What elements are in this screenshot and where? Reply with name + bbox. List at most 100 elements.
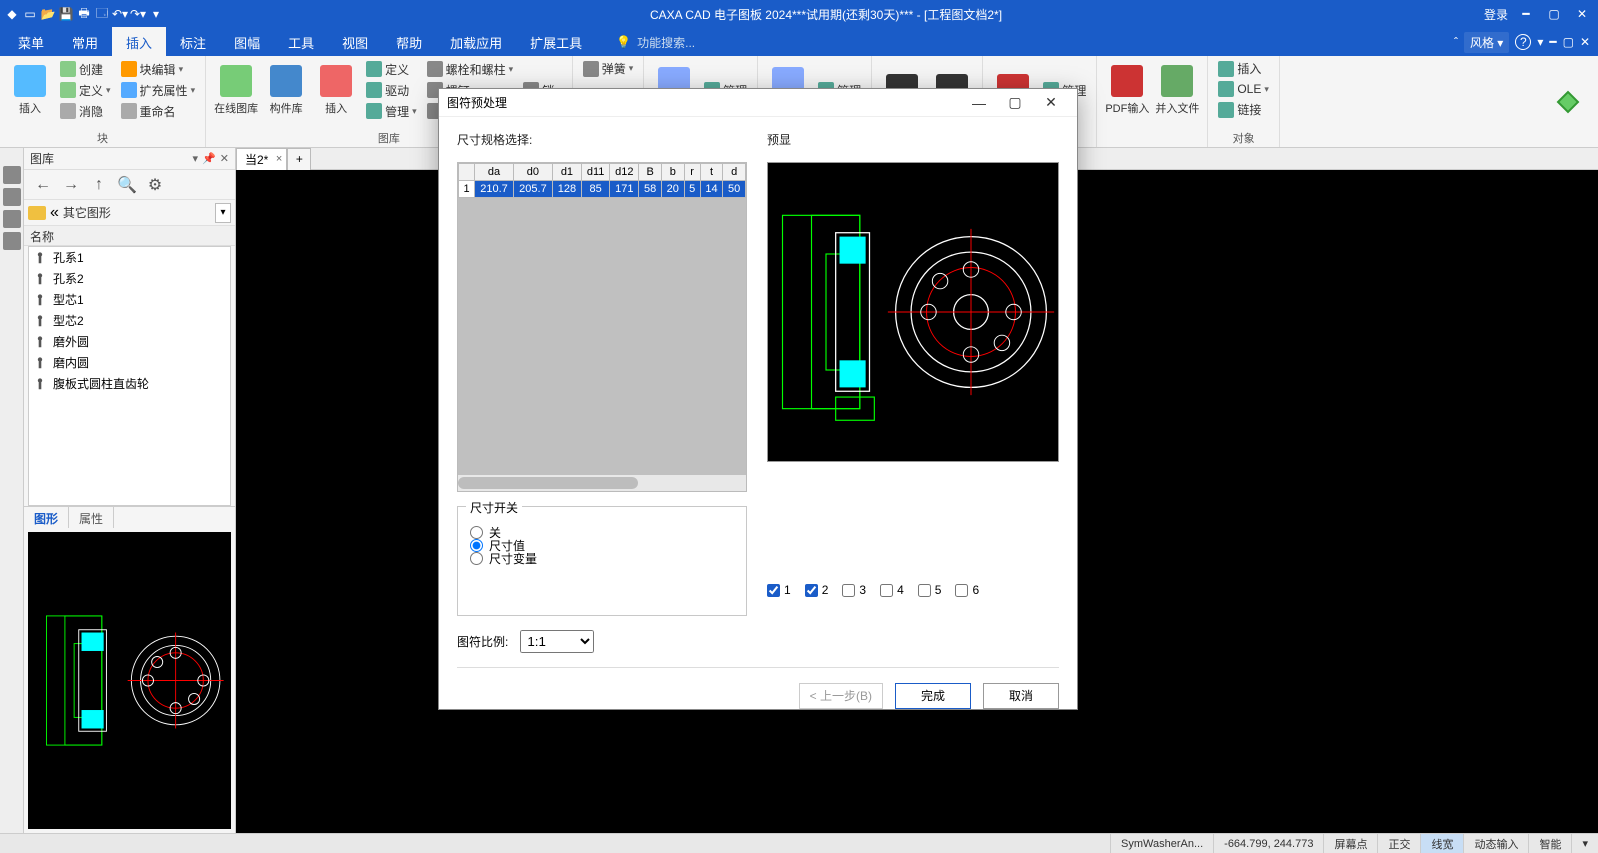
help-icon[interactable]: ? [1515, 34, 1531, 50]
lib-insert-button[interactable]: 插入 [312, 58, 360, 122]
list-column-header[interactable]: 名称 [24, 226, 235, 246]
radio-variable[interactable]: 尺寸变量 [470, 550, 734, 567]
check-6[interactable]: 6 [955, 583, 979, 597]
search-placeholder[interactable]: 功能搜索... [637, 34, 695, 51]
close-button[interactable]: ✕ [1572, 4, 1592, 24]
lib-manage-button[interactable]: 管理▾ [362, 101, 421, 122]
block-create-button[interactable]: 创建 [56, 59, 115, 80]
qat-undo-icon[interactable]: ↶▾ [112, 6, 128, 22]
check-4[interactable]: 4 [880, 583, 904, 597]
status-screen-point[interactable]: 屏幕点 [1323, 834, 1377, 853]
qat-redo-icon[interactable]: ↷▾ [130, 6, 146, 22]
qat-more-icon[interactable]: ▾ [148, 6, 164, 22]
minimize-button[interactable]: ━ [1516, 4, 1536, 24]
check-2[interactable]: 2 [805, 583, 829, 597]
maximize-button[interactable]: ▢ [1544, 4, 1564, 24]
tab-annotate[interactable]: 标注 [166, 27, 220, 58]
panel-pin-icon[interactable]: 📌 [202, 152, 216, 165]
check-5[interactable]: 5 [918, 583, 942, 597]
status-dynamic-input[interactable]: 动态输入 [1463, 834, 1528, 853]
nav-back-icon[interactable]: ← [34, 176, 52, 194]
qat-print-icon[interactable]: 🖶 [76, 6, 92, 22]
lib-drive-button[interactable]: 驱动 [362, 80, 421, 101]
table-row[interactable]: 1 210.7205.712885171582051450 [459, 181, 746, 198]
style-button[interactable]: 风格 ▾ [1464, 32, 1509, 53]
breadcrumb[interactable]: 其它图形 [63, 204, 211, 221]
obj-insert-button[interactable]: 插入 [1214, 58, 1273, 79]
tab-frame[interactable]: 图幅 [220, 27, 274, 58]
spring-button[interactable]: 弹簧▾ [579, 58, 638, 79]
nav-forward-icon[interactable]: → [62, 176, 80, 194]
rail-icon-2[interactable] [3, 188, 21, 206]
tab-ext-tools[interactable]: 扩展工具 [516, 27, 596, 58]
nav-search-icon[interactable]: 🔍 [118, 176, 136, 194]
tab-view[interactable]: 视图 [328, 27, 382, 58]
doc-tab[interactable]: 当2*× [236, 148, 287, 170]
block-rename-button[interactable]: 重命名 [117, 101, 200, 122]
ratio-select[interactable]: 1:1 [520, 630, 594, 653]
list-item[interactable]: 磨外圆 [29, 331, 230, 352]
menu-tab[interactable]: 菜单 [4, 27, 58, 58]
list-item[interactable]: 孔系2 [29, 268, 230, 289]
tab-insert[interactable]: 插入 [112, 27, 166, 58]
qat-new-icon[interactable]: ▭ [22, 6, 38, 22]
lib-tab-shape[interactable]: 图形 [24, 507, 69, 528]
part-lib-button[interactable]: 构件库 [262, 58, 310, 122]
check-1[interactable]: 1 [767, 583, 791, 597]
rail-icon-1[interactable] [3, 166, 21, 184]
rail-icon-3[interactable] [3, 210, 21, 228]
mdi-restore-icon[interactable]: ▢ [1563, 35, 1574, 49]
finish-button[interactable]: 完成 [895, 683, 971, 709]
dialog-maximize-button[interactable]: ▢ [997, 89, 1033, 117]
merge-file-button[interactable]: 并入文件 [1153, 58, 1201, 122]
status-lineweight[interactable]: 线宽 [1420, 834, 1463, 853]
tab-help[interactable]: 帮助 [382, 27, 436, 58]
block-extattr-button[interactable]: 扩充属性▾ [117, 80, 200, 101]
panel-dropdown-icon[interactable]: ▾ [193, 152, 199, 165]
obj-link-button[interactable]: 链接 [1214, 99, 1273, 120]
dialog-minimize-button[interactable]: — [961, 89, 997, 117]
check-3[interactable]: 3 [842, 583, 866, 597]
mdi-minimize-icon[interactable]: ━ [1549, 35, 1556, 49]
list-item[interactable]: 磨内圆 [29, 352, 230, 373]
tab-load-app[interactable]: 加载应用 [436, 27, 516, 58]
doc-tab-add[interactable]: + [287, 148, 311, 170]
block-edit-button[interactable]: 块编辑▾ [117, 59, 200, 80]
qat-preview-icon[interactable]: 🗔 [94, 6, 110, 22]
doc-tab-close-icon[interactable]: × [276, 153, 282, 165]
dialog-close-button[interactable]: ✕ [1033, 89, 1069, 117]
library-list[interactable]: 孔系1 孔系2 型芯1 型芯2 磨外圆 磨内圆 腹板式圆柱直齿轮 [28, 246, 231, 506]
breadcrumb-dropdown[interactable]: ▾ [215, 203, 231, 223]
list-item[interactable]: 型芯1 [29, 289, 230, 310]
panel-close-icon[interactable]: ✕ [220, 152, 229, 165]
login-link[interactable]: 登录 [1484, 6, 1508, 23]
nav-up-icon[interactable]: ↑ [90, 176, 108, 194]
block-define-button[interactable]: 定义▾ [56, 80, 115, 101]
bolt-button[interactable]: 螺栓和螺柱▾ [423, 59, 518, 80]
rail-icon-4[interactable] [3, 232, 21, 250]
status-ortho[interactable]: 正交 [1377, 834, 1420, 853]
pdf-input-button[interactable]: PDF输入 [1103, 58, 1151, 122]
online-lib-button[interactable]: 在线图库 [212, 58, 260, 122]
size-table[interactable]: dad0d1d11d12Bbrtd 1 210.7205.71288517158… [457, 162, 747, 492]
list-item[interactable]: 腹板式圆柱直齿轮 [29, 373, 230, 394]
lib-tab-attr[interactable]: 属性 [69, 507, 114, 528]
cancel-button[interactable]: 取消 [983, 683, 1059, 709]
list-item[interactable]: 型芯2 [29, 310, 230, 331]
status-smart[interactable]: 智能 [1528, 834, 1571, 853]
nav-settings-icon[interactable]: ⚙ [146, 176, 164, 194]
tab-tools[interactable]: 工具 [274, 27, 328, 58]
lib-define-button[interactable]: 定义 [362, 59, 421, 80]
tab-common[interactable]: 常用 [58, 27, 112, 58]
list-item[interactable]: 孔系1 [29, 247, 230, 268]
qat-open-icon[interactable]: 📂 [40, 6, 56, 22]
mdi-close-icon[interactable]: ✕ [1580, 35, 1590, 49]
collapse-ribbon-icon[interactable]: ˆ [1454, 35, 1458, 49]
status-dropdown-icon[interactable]: ▾ [1571, 834, 1598, 853]
table-h-scrollbar[interactable] [458, 475, 746, 491]
help-dropdown-icon[interactable]: ▾ [1537, 35, 1543, 49]
qat-save-icon[interactable]: 💾 [58, 6, 74, 22]
block-erase-button[interactable]: 消隐 [56, 101, 115, 122]
block-insert-button[interactable]: 插入 [6, 58, 54, 122]
obj-ole-button[interactable]: OLE▾ [1214, 79, 1273, 99]
